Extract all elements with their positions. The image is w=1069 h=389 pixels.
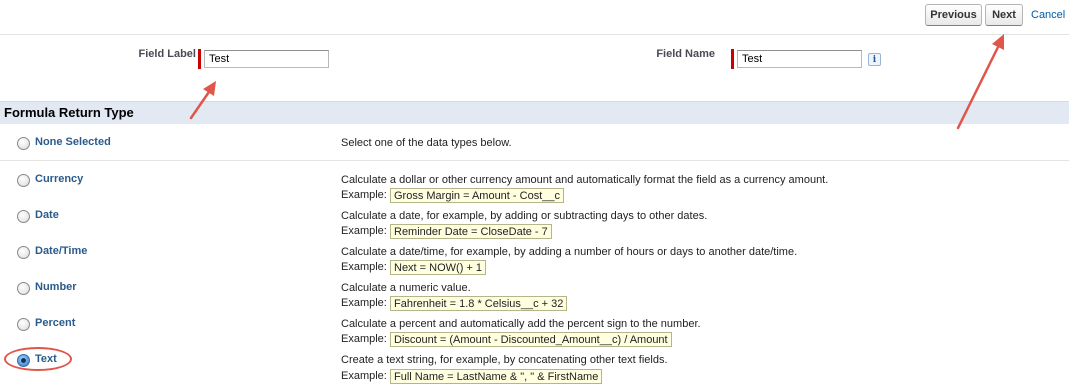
type-description: Calculate a dollar or other currency amo… (341, 174, 829, 186)
field-label-input[interactable]: Test (204, 50, 329, 68)
example-label: Example: (341, 225, 387, 237)
cancel-link[interactable]: Cancel (1031, 9, 1065, 21)
radio-none-selected[interactable] (17, 137, 30, 150)
example-label: Example: (341, 297, 387, 309)
section-title: Formula Return Type (4, 105, 134, 120)
radio-percent[interactable] (17, 318, 30, 331)
type-label-number[interactable]: Number (35, 281, 77, 293)
example-formula: Discount = (Amount - Discounted_Amount__… (390, 332, 672, 347)
type-label-date[interactable]: Date (35, 209, 59, 221)
example-formula: Full Name = LastName & ", " & FirstName (390, 369, 603, 384)
example-formula: Gross Margin = Amount - Cost__c (390, 188, 564, 203)
type-description: Select one of the data types below. (341, 137, 512, 149)
next-button[interactable]: Next (985, 4, 1023, 26)
field-name-label: Field Name (656, 48, 715, 60)
type-label-percent[interactable]: Percent (35, 317, 75, 329)
required-indicator (198, 49, 201, 69)
divider (0, 160, 1069, 161)
type-label-date-time[interactable]: Date/Time (35, 245, 87, 257)
type-label-currency[interactable]: Currency (35, 173, 83, 185)
required-indicator (731, 49, 734, 69)
example-formula: Fahrenheit = 1.8 * Celsius__c + 32 (390, 296, 568, 311)
section-header: Formula Return Type (0, 101, 1069, 124)
example-label: Example: (341, 370, 387, 382)
example-label: Example: (341, 189, 387, 201)
type-description: Create a text string, for example, by co… (341, 354, 668, 366)
example-label: Example: (341, 261, 387, 273)
radio-date-time[interactable] (17, 246, 30, 259)
type-description: Calculate a numeric value. (341, 282, 471, 294)
type-description: Calculate a date, for example, by adding… (341, 210, 708, 222)
field-label-label: Field Label (138, 48, 196, 60)
type-description: Calculate a date/time, for example, by a… (341, 246, 798, 258)
example-formula: Next = NOW() + 1 (390, 260, 487, 275)
annotation-highlight-ellipse (4, 347, 72, 371)
top-button-bar: Previous Next Cancel (0, 0, 1069, 35)
info-icon[interactable]: i (868, 53, 881, 66)
field-name-input[interactable]: Test (737, 50, 862, 68)
example-formula: Reminder Date = CloseDate - 7 (390, 224, 552, 239)
radio-currency[interactable] (17, 174, 30, 187)
example-label: Example: (341, 333, 387, 345)
radio-date[interactable] (17, 210, 30, 223)
type-description: Calculate a percent and automatically ad… (341, 318, 701, 330)
previous-button[interactable]: Previous (925, 4, 982, 26)
type-label-none-selected[interactable]: None Selected (35, 136, 111, 148)
radio-number[interactable] (17, 282, 30, 295)
